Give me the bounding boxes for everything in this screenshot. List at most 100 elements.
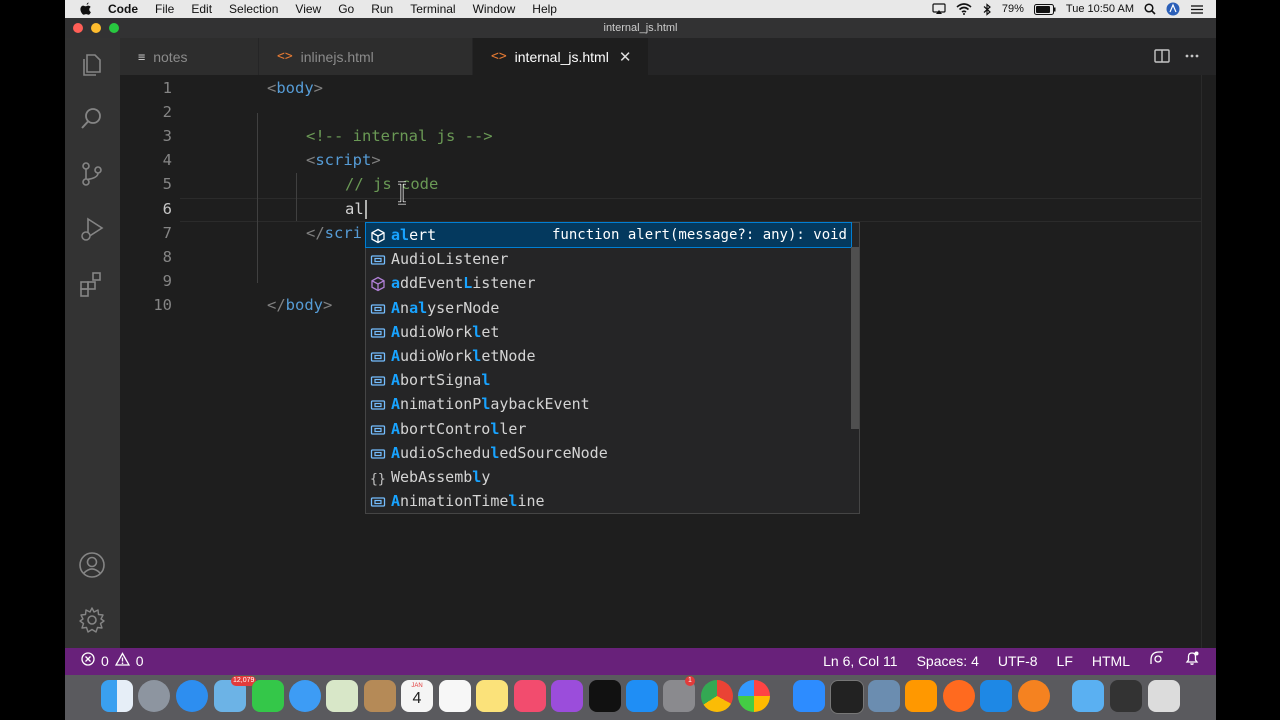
menubar-clock[interactable]: Tue 10:50 AM: [1066, 3, 1134, 15]
vscode-icon[interactable]: [980, 680, 1012, 712]
suggest-scrollbar[interactable]: [851, 247, 859, 429]
sublime-text-icon[interactable]: [905, 680, 937, 712]
suggestion-label: AudioScheduledSourceNode: [391, 443, 608, 462]
calendar-icon[interactable]: JAN 4: [401, 680, 433, 712]
suggestion-item[interactable]: alert function alert(message?: any): void: [365, 222, 852, 248]
close-window-button[interactable]: [73, 23, 83, 33]
user-account-icon[interactable]: [1166, 2, 1180, 16]
more-actions-icon[interactable]: [1184, 48, 1200, 69]
encoding-setting[interactable]: UTF-8: [998, 648, 1038, 675]
app-store-icon[interactable]: [626, 680, 658, 712]
spotlight-search-icon[interactable]: [1144, 3, 1156, 15]
screen-recording-icon[interactable]: [1110, 680, 1142, 712]
menu-window[interactable]: Window: [473, 0, 516, 18]
notes-app-icon[interactable]: [476, 680, 508, 712]
wifi-icon[interactable]: [956, 3, 972, 15]
suggestion-item[interactable]: AnimationPlaybackEvent: [366, 392, 851, 416]
accounts-icon[interactable]: [78, 551, 106, 579]
reminders-icon[interactable]: [439, 680, 471, 712]
macos-menu-bar: Code File Edit Selection View Go Run Ter…: [65, 0, 1216, 18]
variable-symbol-icon: [370, 300, 386, 316]
downloads-folder-icon[interactable]: [1072, 680, 1104, 712]
podcasts-icon[interactable]: [551, 680, 583, 712]
menu-help[interactable]: Help: [532, 0, 557, 18]
language-mode[interactable]: HTML: [1092, 648, 1130, 675]
explorer-icon[interactable]: [78, 50, 106, 78]
menu-terminal[interactable]: Terminal: [410, 0, 455, 18]
notifications-bell-icon[interactable]: [1184, 648, 1200, 675]
photos-app-icon[interactable]: 12,079: [214, 676, 257, 712]
suggestion-item[interactable]: AudioListener: [366, 247, 851, 271]
variable-symbol-icon: [370, 372, 386, 388]
suggestion-label: AudioWorkletNode: [391, 347, 536, 365]
safari-icon[interactable]: [176, 680, 208, 712]
tab-notes[interactable]: ≡ notes: [120, 38, 258, 75]
suggestion-item[interactable]: AnimationTimeline: [366, 489, 851, 513]
activity-bar: [65, 38, 120, 648]
screen-mirroring-icon[interactable]: [932, 3, 946, 15]
menu-view[interactable]: View: [295, 0, 321, 18]
maps-icon[interactable]: [326, 680, 358, 712]
apple-tv-icon[interactable]: [589, 680, 621, 712]
music-icon[interactable]: [514, 680, 546, 712]
menu-file[interactable]: File: [155, 0, 174, 18]
suggestion-label: WebAssembly: [391, 468, 491, 486]
preview-icon[interactable]: [868, 680, 900, 712]
tab-inlinejs[interactable]: <> inlinejs.html: [259, 38, 472, 75]
suggestion-item[interactable]: AnalyserNode: [366, 296, 851, 320]
settings-gear-icon[interactable]: [78, 606, 106, 634]
menu-edit[interactable]: Edit: [191, 0, 212, 18]
problems-indicator[interactable]: 0 0: [81, 648, 144, 675]
search-icon[interactable]: [78, 105, 106, 133]
battery-icon[interactable]: [1033, 3, 1056, 15]
run-debug-icon[interactable]: [78, 215, 106, 243]
error-count: 0: [101, 653, 109, 669]
suggestion-label: addEventListener: [391, 274, 536, 293]
suggestion-item[interactable]: AbortSignal: [366, 368, 851, 392]
suggestion-item[interactable]: AudioScheduledSourceNode: [366, 441, 851, 465]
source-control-icon[interactable]: [78, 160, 106, 188]
facetime-icon[interactable]: [252, 680, 284, 712]
finder-icon[interactable]: [101, 680, 133, 712]
module-symbol-icon: {}: [370, 469, 386, 487]
extensions-icon[interactable]: [78, 270, 106, 298]
messages-icon[interactable]: [289, 680, 321, 712]
terminal-icon[interactable]: [830, 680, 864, 714]
menu-run[interactable]: Run: [371, 0, 393, 18]
contacts-icon[interactable]: [364, 680, 396, 712]
bluetooth-icon[interactable]: [982, 2, 992, 16]
minimize-window-button[interactable]: [91, 23, 101, 33]
macos-dock: 12,079 JAN 4 1: [65, 675, 1216, 720]
editor-scrollbar[interactable]: [1201, 75, 1216, 648]
suggestion-label: alert: [391, 226, 437, 244]
system-preferences-icon[interactable]: 1: [663, 676, 695, 712]
close-tab-icon[interactable]: ✕: [619, 48, 632, 66]
method-symbol-icon: [370, 275, 386, 292]
status-bar: 0 0 Ln 6, Col 11 Spaces: 4 UTF-8 LF HTML: [65, 648, 1216, 675]
photos-icon[interactable]: [738, 680, 770, 712]
apple-icon[interactable]: [80, 2, 94, 16]
sourcetree-icon[interactable]: [1018, 680, 1050, 712]
chrome-icon[interactable]: [701, 680, 733, 712]
trash-icon[interactable]: [1148, 680, 1180, 712]
zoom-window-button[interactable]: [109, 23, 119, 33]
menu-go[interactable]: Go: [338, 0, 354, 18]
suggestion-item[interactable]: AudioWorklet: [366, 320, 851, 344]
suggestion-item[interactable]: {} WebAssembly: [366, 465, 851, 489]
suggestion-item[interactable]: AbortController: [366, 417, 851, 441]
firefox-icon[interactable]: [943, 680, 975, 712]
zoom-icon[interactable]: [793, 680, 825, 712]
tab-internal-js[interactable]: <> internal_js.html ✕: [473, 38, 648, 75]
launchpad-icon[interactable]: [138, 680, 170, 712]
control-center-icon[interactable]: [1190, 4, 1204, 15]
split-editor-icon[interactable]: [1154, 48, 1170, 69]
indentation-setting[interactable]: Spaces: 4: [917, 648, 979, 675]
feedback-icon[interactable]: [1149, 648, 1165, 675]
eol-setting[interactable]: LF: [1057, 648, 1073, 675]
menu-app-code[interactable]: Code: [108, 0, 138, 18]
suggestion-item[interactable]: AudioWorkletNode: [366, 344, 851, 368]
suggestion-item[interactable]: addEventListener: [366, 271, 851, 295]
autocomplete-suggest-widget: alert function alert(message?: any): void…: [365, 222, 860, 514]
menu-selection[interactable]: Selection: [229, 0, 278, 18]
cursor-position[interactable]: Ln 6, Col 11: [823, 648, 897, 675]
